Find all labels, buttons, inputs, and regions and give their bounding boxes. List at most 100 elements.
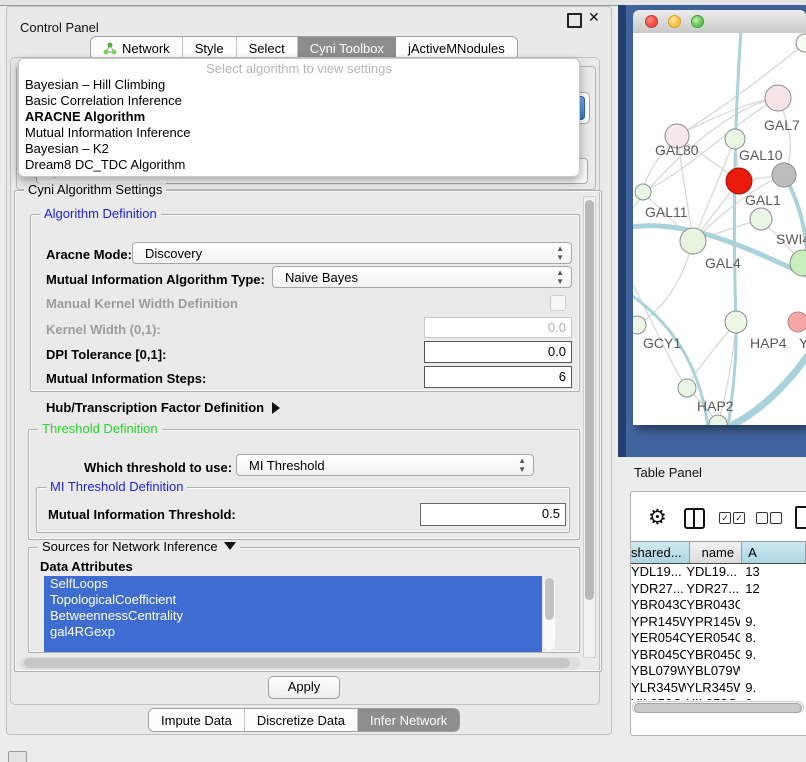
document-icon[interactable] (795, 506, 806, 529)
swi4-node[interactable] (790, 250, 806, 276)
aracne-mode-combo[interactable]: Discovery ▲▼ (132, 242, 572, 264)
aracne-mode-value: Discovery (145, 246, 202, 261)
hap2-node[interactable] (678, 379, 696, 397)
minimize-traffic-light[interactable] (668, 15, 681, 28)
gcy1-node[interactable] (633, 316, 646, 334)
dropdown-item-basic-correlation-inference[interactable]: Basic Correlation Inference (19, 93, 579, 109)
mi-threshold-label: Mutual Information Threshold: (48, 507, 236, 522)
sources-group-toggle[interactable]: Sources for Network Inference (38, 540, 240, 554)
gal10-node-label: GAL10 (739, 147, 783, 163)
attribute-item-gal4rgexp[interactable]: gal4RGexp (44, 624, 542, 640)
attribute-item-selfloops[interactable]: SelfLoops (44, 576, 542, 592)
unchecked-checkbox-icon[interactable] (756, 512, 768, 524)
table-panel-title: Table Panel (634, 465, 702, 480)
settings-horizontal-scrollbar[interactable] (20, 657, 580, 670)
manual-kernel-label: Manual Kernel Width Definition (46, 296, 238, 311)
apply-button[interactable]: Apply (268, 676, 340, 699)
close-traffic-light[interactable] (645, 15, 658, 28)
bottom-tab-discretize-data[interactable]: Discretize Data (245, 709, 358, 731)
dropdown-item-bayesian-hill-climbing[interactable]: Bayesian – Hill Climbing (19, 77, 579, 93)
table-header: shared...nameA (631, 541, 806, 564)
kernel-width-field[interactable]: 0.0 (424, 317, 572, 338)
chevron-down-icon (224, 542, 236, 550)
hub-definition-toggle[interactable]: Hub/Transcription Factor Definition (46, 400, 280, 415)
scrollbar-thumb[interactable] (634, 703, 802, 713)
dropdown-item-dream8-dc-tdc-algorithm[interactable]: Dream8 DC_TDC Algorithm (19, 157, 579, 173)
table-row[interactable]: YIL052CYIL052C9 (631, 696, 806, 700)
gal10-node[interactable] (725, 129, 745, 149)
table-cell: YIL052C (631, 696, 686, 700)
zoom-traffic-light[interactable] (691, 15, 704, 28)
table-horizontal-scrollbar[interactable] (632, 701, 804, 713)
combo-arrows-icon: ▲▼ (556, 268, 564, 286)
table-row[interactable]: YER054CYER054C8. (631, 630, 806, 647)
tab-jactivemnodules[interactable]: jActiveMNodules (396, 37, 517, 59)
red-node[interactable] (726, 168, 752, 194)
mi-threshold-title: MI Threshold Definition (46, 480, 187, 494)
bottom-tab-infer-network[interactable]: Infer Network (358, 709, 459, 731)
attributes-list-scrollbar[interactable] (544, 578, 555, 650)
unchecked-checkbox-icon[interactable] (770, 512, 782, 524)
column-header-name[interactable]: name (690, 541, 743, 563)
gcy1-node-label: GCY1 (643, 335, 681, 351)
tab-select-label: Select (249, 41, 285, 56)
scrollbar-thumb[interactable] (585, 200, 594, 600)
tab-cyni-toolbox-label: Cyni Toolbox (310, 41, 384, 56)
network-window-titlebar[interactable] (633, 10, 806, 34)
table-row[interactable]: YDL19...YDL19...13 (631, 564, 806, 581)
column-header-a[interactable]: A (742, 541, 806, 563)
gear-icon[interactable]: ⚙ (648, 505, 667, 530)
pink-node[interactable] (788, 312, 806, 332)
control-panel-title: Control Panel (20, 20, 99, 35)
scrollbar-thumb[interactable] (545, 578, 554, 620)
mi-threshold-field[interactable]: 0.5 (420, 503, 566, 526)
tab-cyni-toolbox[interactable]: Cyni Toolbox (298, 37, 396, 59)
manual-kernel-checkbox[interactable] (550, 295, 566, 311)
gal7-node-label: GAL7 (764, 117, 800, 133)
dropdown-item-mutual-information-inference[interactable]: Mutual Information Inference (19, 125, 579, 141)
checked-checkbox-icon[interactable]: ✓ (719, 512, 731, 524)
dropdown-item-aracne-algorithm[interactable]: ARACNE Algorithm (19, 109, 579, 125)
split-columns-icon[interactable] (684, 508, 705, 529)
table-row[interactable]: YBR043CYBR043C (631, 597, 806, 614)
scrollbar-thumb[interactable] (24, 658, 570, 668)
mi-steps-field[interactable]: 6 (424, 366, 572, 388)
table-row[interactable]: YBL079WYBL079W (631, 663, 806, 680)
which-threshold-combo[interactable]: MI Threshold ▲▼ (236, 454, 534, 476)
attribute-item-topologicalcoefficient[interactable]: TopologicalCoefficient (44, 592, 542, 608)
hap4-node[interactable] (725, 311, 747, 333)
tab-network[interactable]: Network (91, 37, 183, 59)
table-row[interactable]: YBR045CYBR045C9. (631, 647, 806, 664)
table-row[interactable]: YPR145WYPR145W9. (631, 614, 806, 631)
desktop-edge (618, 5, 626, 457)
table-cell: YER054C (686, 630, 740, 647)
gal11-node[interactable] (635, 184, 651, 200)
dpi-tolerance-field[interactable]: 0.0 (424, 341, 572, 363)
table-cell: YBR043C (631, 597, 686, 614)
gal1-node[interactable] (750, 208, 772, 230)
checked-checkbox-icon[interactable]: ✓ (733, 512, 745, 524)
network-canvas[interactable]: GAL7GAL80GAL10GAL1GAL11GAL4SWI4GCY1HAP4Y… (633, 33, 806, 425)
gal4-node[interactable] (680, 228, 706, 254)
table-row[interactable]: YLR345WYLR345W9. (631, 680, 806, 697)
gal7-node[interactable] (765, 85, 791, 111)
table-toolbar: ⚙ ✓ ✓ (640, 505, 806, 535)
table-cell: YBL079W (686, 663, 740, 680)
minimized-panel-icon[interactable] (8, 751, 27, 762)
gray-node[interactable] (772, 163, 796, 187)
column-header-shared[interactable]: shared... (631, 541, 690, 563)
attribute-item-betweennesscentrality[interactable]: BetweennessCentrality (44, 608, 542, 624)
table-row[interactable]: YDR27...YDR27...12 (631, 581, 806, 598)
bottom-tab-impute-data[interactable]: Impute Data (149, 709, 245, 731)
tab-select[interactable]: Select (237, 37, 298, 59)
dropdown-item-bayesian-k2[interactable]: Bayesian – K2 (19, 141, 579, 157)
tab-style[interactable]: Style (183, 37, 237, 59)
float-window-icon[interactable] (567, 13, 582, 28)
dropdown-placeholder: Select algorithm to view settings (19, 61, 579, 77)
settings-vertical-scrollbar[interactable] (583, 196, 596, 658)
mi-type-combo[interactable]: Naive Bayes ▲▼ (272, 266, 572, 288)
sources-group-title: Sources for Network Inference (42, 539, 218, 554)
bottom-node[interactable] (709, 415, 727, 425)
control-panel-titlebar[interactable]: Control Panel (6, 8, 610, 32)
close-icon[interactable]: ✕ (588, 9, 600, 26)
